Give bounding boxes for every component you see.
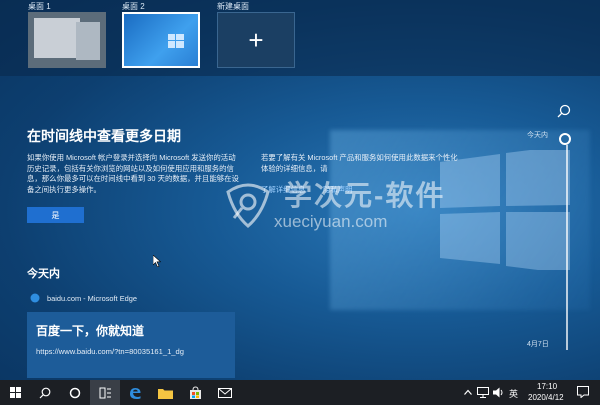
timeline-headline: 在时间线中查看更多日期 <box>27 128 181 144</box>
clock-time[interactable]: 17:10 <box>537 382 557 391</box>
watermark-logo-icon <box>226 183 270 228</box>
volume-icon[interactable] <box>493 387 505 398</box>
search-button[interactable] <box>30 380 60 405</box>
store-button[interactable] <box>180 380 210 405</box>
desktop-2-label: 桌面 2 <box>122 2 145 11</box>
task-view-button[interactable] <box>90 380 120 405</box>
activity-history-paragraph: 如果你使用 Microsoft 帐户登录并选择向 Microsoft 发送你的活… <box>27 153 239 194</box>
folder-icon <box>157 388 173 399</box>
timeline-scrubber-track[interactable] <box>566 145 568 350</box>
virtual-desktops-bar: 桌面 1 桌面 2 新建桌面 + <box>0 0 600 76</box>
desktop-1-label: 桌面 1 <box>28 2 51 11</box>
network-icon[interactable] <box>477 387 489 398</box>
activity-card-url: https://www.baidu.com/?tn=80035161_1_dg <box>36 347 184 356</box>
activity-app-name: baidu.com - Microsoft Edge <box>47 294 137 303</box>
privacy-info-paragraph: 若要了解有关 Microsoft 产品和服务如何使用此数据来个性化体验的详细信息… <box>261 153 458 173</box>
window-thumbnail <box>76 22 100 60</box>
plus-icon: + <box>248 25 264 55</box>
edge-taskbar-button[interactable] <box>120 380 150 405</box>
desktop-1-thumbnail[interactable] <box>28 12 106 68</box>
today-section-title: 今天内 <box>27 268 60 280</box>
search-icon <box>39 387 51 398</box>
activity-card-title: 百度一下，你就知道 <box>36 324 145 338</box>
file-explorer-button[interactable] <box>150 380 180 405</box>
clock-date[interactable]: 2020/4/12 <box>528 393 564 402</box>
scrubber-date-label[interactable]: 4月7日 <box>527 339 549 349</box>
scrubber-today-label[interactable]: 今天内 <box>527 130 548 140</box>
windows-logo-icon <box>168 34 184 48</box>
edge-icon <box>130 387 141 399</box>
windows-start-icon <box>9 387 21 398</box>
chevron-up-icon[interactable] <box>464 389 472 395</box>
task-view-icon <box>99 387 111 398</box>
new-desktop-label: 新建桌面 <box>217 2 249 11</box>
new-desktop-button[interactable]: + <box>217 12 295 68</box>
cortana-button[interactable] <box>60 380 90 405</box>
edge-app-icon <box>30 293 40 303</box>
timeline-view: 桌面 1 桌面 2 新建桌面 + 今天内 4月7日 在时间线中查看更多日期 如果… <box>0 0 600 380</box>
watermark-url: xueciyuan.com <box>274 212 388 231</box>
start-button[interactable] <box>0 380 30 405</box>
mouse-cursor-icon <box>153 255 161 267</box>
store-icon <box>189 386 201 399</box>
yes-button[interactable]: 是 <box>27 207 84 223</box>
taskbar: 英 17:10 2020/4/12 <box>0 380 600 405</box>
activity-card[interactable]: 百度一下，你就知道 https://www.baidu.com/?tn=8003… <box>27 312 235 378</box>
input-language-indicator[interactable]: 英 <box>509 387 518 400</box>
window-thumbnail <box>34 18 80 58</box>
mail-button[interactable] <box>210 380 240 405</box>
timeline-scrubber-handle[interactable] <box>559 133 571 145</box>
search-icon[interactable] <box>557 104 571 118</box>
desktop-2-thumbnail[interactable] <box>122 12 200 68</box>
watermark-title: 学次元-软件 <box>284 180 446 211</box>
notification-icon[interactable] <box>577 386 589 398</box>
cortana-icon <box>69 387 81 398</box>
mail-icon <box>218 387 232 398</box>
